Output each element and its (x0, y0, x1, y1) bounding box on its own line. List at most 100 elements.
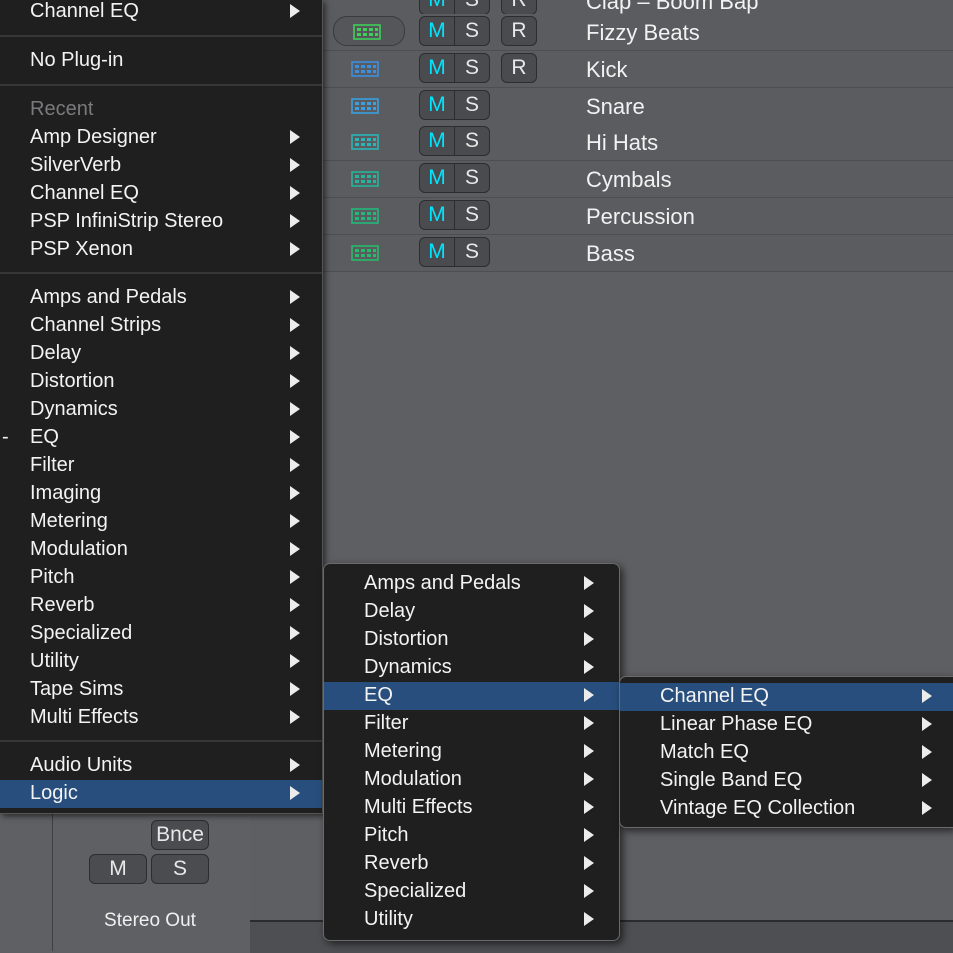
eq-item-linear-phase-eq[interactable]: Linear Phase EQ (620, 711, 953, 739)
track-solo-button[interactable]: S (454, 53, 490, 83)
submenu-arrow-icon (584, 716, 594, 730)
logic-item-filter[interactable]: Filter (324, 710, 619, 738)
submenu-arrow-icon (584, 884, 594, 898)
bounce-button[interactable]: Bnce (151, 820, 209, 850)
track-solo-button[interactable]: S (454, 0, 490, 15)
drum-machine-icon (351, 98, 379, 114)
submenu-arrow-icon (290, 626, 300, 640)
track-solo-button[interactable]: S (454, 16, 490, 46)
eq-item-channel-eq[interactable]: Channel EQ (620, 683, 953, 711)
track-row[interactable]: M S R Kick (323, 51, 953, 88)
track-row[interactable]: M S Snare (323, 88, 953, 125)
category-item-channel-strips[interactable]: Channel Strips (0, 312, 322, 340)
submenu-arrow-icon (584, 576, 594, 590)
mixer-solo-button[interactable]: S (151, 854, 209, 884)
menu-item-label: Reverb (364, 852, 429, 874)
track-row[interactable]: M S Percussion (323, 198, 953, 235)
category-item-delay[interactable]: Delay (0, 340, 322, 368)
eq-plugins-submenu: Channel EQ Linear Phase EQ Match EQ Single … (619, 676, 953, 828)
submenu-arrow-icon (290, 486, 300, 500)
eq-item-single-band-eq[interactable]: Single Band EQ (620, 767, 953, 795)
recent-item-channel-eq[interactable]: Channel EQ (0, 180, 322, 208)
category-item-pitch[interactable]: Pitch (0, 564, 322, 592)
track-solo-button[interactable]: S (454, 163, 490, 193)
logic-item-dynamics[interactable]: Dynamics (324, 654, 619, 682)
logic-item-utility[interactable]: Utility (324, 906, 619, 934)
track-row[interactable]: M S Hi Hats (323, 124, 953, 161)
category-item-tape-sims[interactable]: Tape Sims (0, 676, 322, 704)
logic-item-amps-and-pedals[interactable]: Amps and Pedals (324, 570, 619, 598)
track-mute-button[interactable]: M (419, 237, 455, 267)
menu-item-channel-eq[interactable]: Channel EQ (0, 0, 322, 26)
category-item-distortion[interactable]: Distortion (0, 368, 322, 396)
logic-item-modulation[interactable]: Modulation (324, 766, 619, 794)
mixer-mute-button[interactable]: M (89, 854, 147, 884)
menu-item-no-plugin[interactable]: No Plug-in (0, 47, 322, 75)
track-mute-button[interactable]: M (419, 163, 455, 193)
logic-item-metering[interactable]: Metering (324, 738, 619, 766)
eq-item-vintage-eq-collection[interactable]: Vintage EQ Collection (620, 795, 953, 823)
category-item-utility[interactable]: Utility (0, 648, 322, 676)
recent-item-psp-xenon[interactable]: PSP Xenon (0, 236, 322, 264)
menu-item-label: PSP Xenon (30, 238, 134, 260)
drum-machine-icon (351, 61, 379, 77)
track-solo-button[interactable]: S (454, 237, 490, 267)
category-item-specialized[interactable]: Specialized (0, 620, 322, 648)
track-record-button[interactable]: R (501, 53, 537, 83)
submenu-arrow-icon (290, 318, 300, 332)
category-item-modulation[interactable]: Modulation (0, 536, 322, 564)
track-mute-button[interactable]: M (419, 200, 455, 230)
logic-item-pitch[interactable]: Pitch (324, 822, 619, 850)
category-item-filter[interactable]: Filter (0, 452, 322, 480)
submenu-arrow-icon (290, 242, 300, 256)
recent-item-silververb[interactable]: SilverVerb (0, 152, 322, 180)
submenu-arrow-icon (290, 186, 300, 200)
logic-item-eq[interactable]: EQ (324, 682, 619, 710)
track-mute-button[interactable]: M (419, 16, 455, 46)
logic-item-distortion[interactable]: Distortion (324, 626, 619, 654)
menu-item-audio-units[interactable]: Audio Units (0, 752, 322, 780)
category-item-amps-and-pedals[interactable]: Amps and Pedals (0, 284, 322, 312)
menu-item-label: Distortion (30, 370, 115, 392)
track-solo-button[interactable]: S (454, 126, 490, 156)
menu-item-label: PSP InfiniStrip Stereo (30, 210, 224, 232)
submenu-arrow-icon (290, 430, 300, 444)
menu-item-label: Filter (30, 454, 75, 476)
track-record-button[interactable]: R (501, 0, 537, 15)
recent-item-amp-designer[interactable]: Amp Designer (0, 124, 322, 152)
track-solo-button[interactable]: S (454, 200, 490, 230)
submenu-arrow-icon (584, 828, 594, 842)
menu-item-label: Pitch (364, 824, 409, 846)
track-name: Clap – Boom Bap (586, 0, 759, 14)
track-mute-button[interactable]: M (419, 53, 455, 83)
logic-item-delay[interactable]: Delay (324, 598, 619, 626)
track-mute-button[interactable]: M (419, 0, 455, 15)
track-record-button[interactable]: R (501, 16, 537, 46)
category-item-multi-effects[interactable]: Multi Effects (0, 704, 322, 732)
track-row[interactable]: M S R Fizzy Beats (323, 14, 953, 51)
eq-item-match-eq[interactable]: Match EQ (620, 739, 953, 767)
category-item-imaging[interactable]: Imaging (0, 480, 322, 508)
logic-item-multi-effects[interactable]: Multi Effects (324, 794, 619, 822)
logic-plugins-submenu: Amps and Pedals Delay Distortion Dynamics EQ… (323, 563, 620, 941)
track-row[interactable]: M S Cymbals (323, 161, 953, 198)
category-item-metering[interactable]: Metering (0, 508, 322, 536)
drum-machine-icon (351, 134, 379, 150)
logic-item-reverb[interactable]: Reverb (324, 850, 619, 878)
track-solo-button[interactable]: S (454, 90, 490, 120)
menu-item-label: Channel EQ (660, 685, 769, 707)
track-mute-button[interactable]: M (419, 126, 455, 156)
track-row[interactable]: M S Bass (323, 235, 953, 272)
logic-item-specialized[interactable]: Specialized (324, 878, 619, 906)
menu-item-label: Recent (30, 98, 94, 120)
category-item-dynamics[interactable]: Dynamics (0, 396, 322, 424)
submenu-arrow-icon (290, 786, 300, 800)
menu-item-logic[interactable]: Logic (0, 780, 322, 808)
track-mute-button[interactable]: M (419, 90, 455, 120)
category-item-eq[interactable]: EQ - (0, 424, 322, 452)
menu-item-label: Logic (30, 782, 78, 804)
recent-item-psp-infinistrip-stereo[interactable]: PSP InfiniStrip Stereo (0, 208, 322, 236)
category-item-reverb[interactable]: Reverb (0, 592, 322, 620)
track-name: Percussion (586, 204, 695, 229)
track-name: Kick (586, 57, 628, 82)
